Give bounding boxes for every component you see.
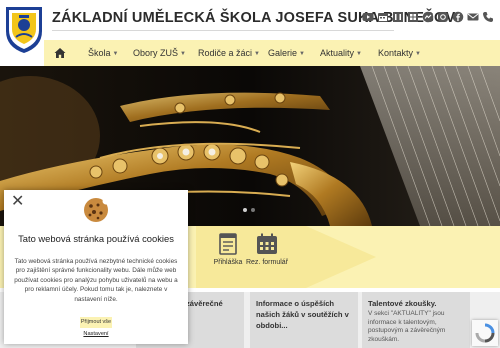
title-divider <box>52 30 394 31</box>
nav-label: Obory ZUŠ <box>133 48 179 58</box>
nav-item-skola[interactable]: Škola ▼ <box>88 40 118 66</box>
news-card-text: V sekci "AKTUALITY" jsou informace k tal… <box>368 310 446 343</box>
nav-item-galerie[interactable]: Galerie ▼ <box>268 40 305 66</box>
recaptcha-icon <box>475 323 495 343</box>
chevron-down-icon: ▼ <box>254 51 260 57</box>
nav-item-obory[interactable]: Obory ZUŠ ▼ <box>133 40 186 66</box>
nav-label: Kontakty <box>378 48 414 58</box>
chevron-down-icon: ▼ <box>299 51 305 57</box>
cookie-dialog-title: Tato webová stránka používá cookies <box>18 233 174 244</box>
chevron-down-icon: ▼ <box>356 51 362 57</box>
quick-link-rez-formular[interactable]: Rez. formulář <box>239 232 295 266</box>
band-arrow-decoration <box>306 226 376 288</box>
email-icon[interactable] <box>467 11 479 23</box>
quick-link-label: Rez. formulář <box>245 259 288 266</box>
calendar-icon[interactable] <box>377 11 389 23</box>
youtube-icon[interactable] <box>362 11 374 23</box>
messenger-icon[interactable] <box>422 11 434 23</box>
nav-label: Škola <box>88 48 111 58</box>
home-icon[interactable] <box>54 47 66 59</box>
news-card[interactable]: Talentové zkoušky. V sekci "AKTUALITY" j… <box>362 292 470 348</box>
chevron-down-icon: ▼ <box>112 51 119 57</box>
school-logo[interactable] <box>4 3 44 55</box>
cookie-icon <box>84 197 110 222</box>
news-card-title: Informace o úspěších našich žáků v soutě… <box>256 299 349 330</box>
office-icon[interactable] <box>392 11 404 23</box>
social-icons <box>362 11 494 23</box>
close-icon[interactable]: ✕ <box>11 194 24 210</box>
site-header: ZÁKLADNÍ UMĚLECKÁ ŠKOLA JOSEFA SUKA BENE… <box>0 0 500 53</box>
page: ZÁKLADNÍ UMĚLECKÁ ŠKOLA JOSEFA SUKA BENE… <box>0 0 500 348</box>
cookie-settings-link[interactable]: Nastavení <box>4 331 188 337</box>
nav-item-rodice[interactable]: Rodiče a žáci ▼ <box>198 40 260 66</box>
nav-label: Rodiče a žáci <box>198 48 253 58</box>
chevron-down-icon: ▼ <box>180 51 186 57</box>
nav-label: Galerie <box>268 48 298 58</box>
calendar-icon <box>257 233 277 254</box>
grid-icon[interactable] <box>407 11 419 23</box>
news-card[interactable]: Informace o úspěších našich žáků v soutě… <box>250 292 358 348</box>
application-form-icon <box>219 233 237 255</box>
nav-item-kontakty[interactable]: Kontakty ▼ <box>378 40 421 66</box>
main-navigation: Škola ▼ Obory ZUŠ ▼ Rodiče a žáci ▼ Galerie… <box>44 40 500 66</box>
accept-all-button[interactable]: Přijmout vše <box>80 317 112 328</box>
cookie-dialog-text: Tato webová stránka používá nezbytné tec… <box>14 258 178 303</box>
nav-item-aktuality[interactable]: Aktuality ▼ <box>320 40 362 66</box>
nav-label: Aktuality <box>320 48 355 58</box>
news-card-title: závěrečné <box>186 299 223 308</box>
facebook-icon[interactable] <box>452 11 464 23</box>
phone-icon[interactable] <box>482 11 494 23</box>
instagram-icon[interactable] <box>437 11 449 23</box>
news-card-title: Talentové zkoušky. <box>368 299 437 308</box>
cookie-consent-dialog: ✕ Tato webová stránka používá cookies Ta… <box>4 190 188 344</box>
chevron-down-icon: ▼ <box>415 51 421 57</box>
recaptcha-badge[interactable] <box>472 320 498 346</box>
